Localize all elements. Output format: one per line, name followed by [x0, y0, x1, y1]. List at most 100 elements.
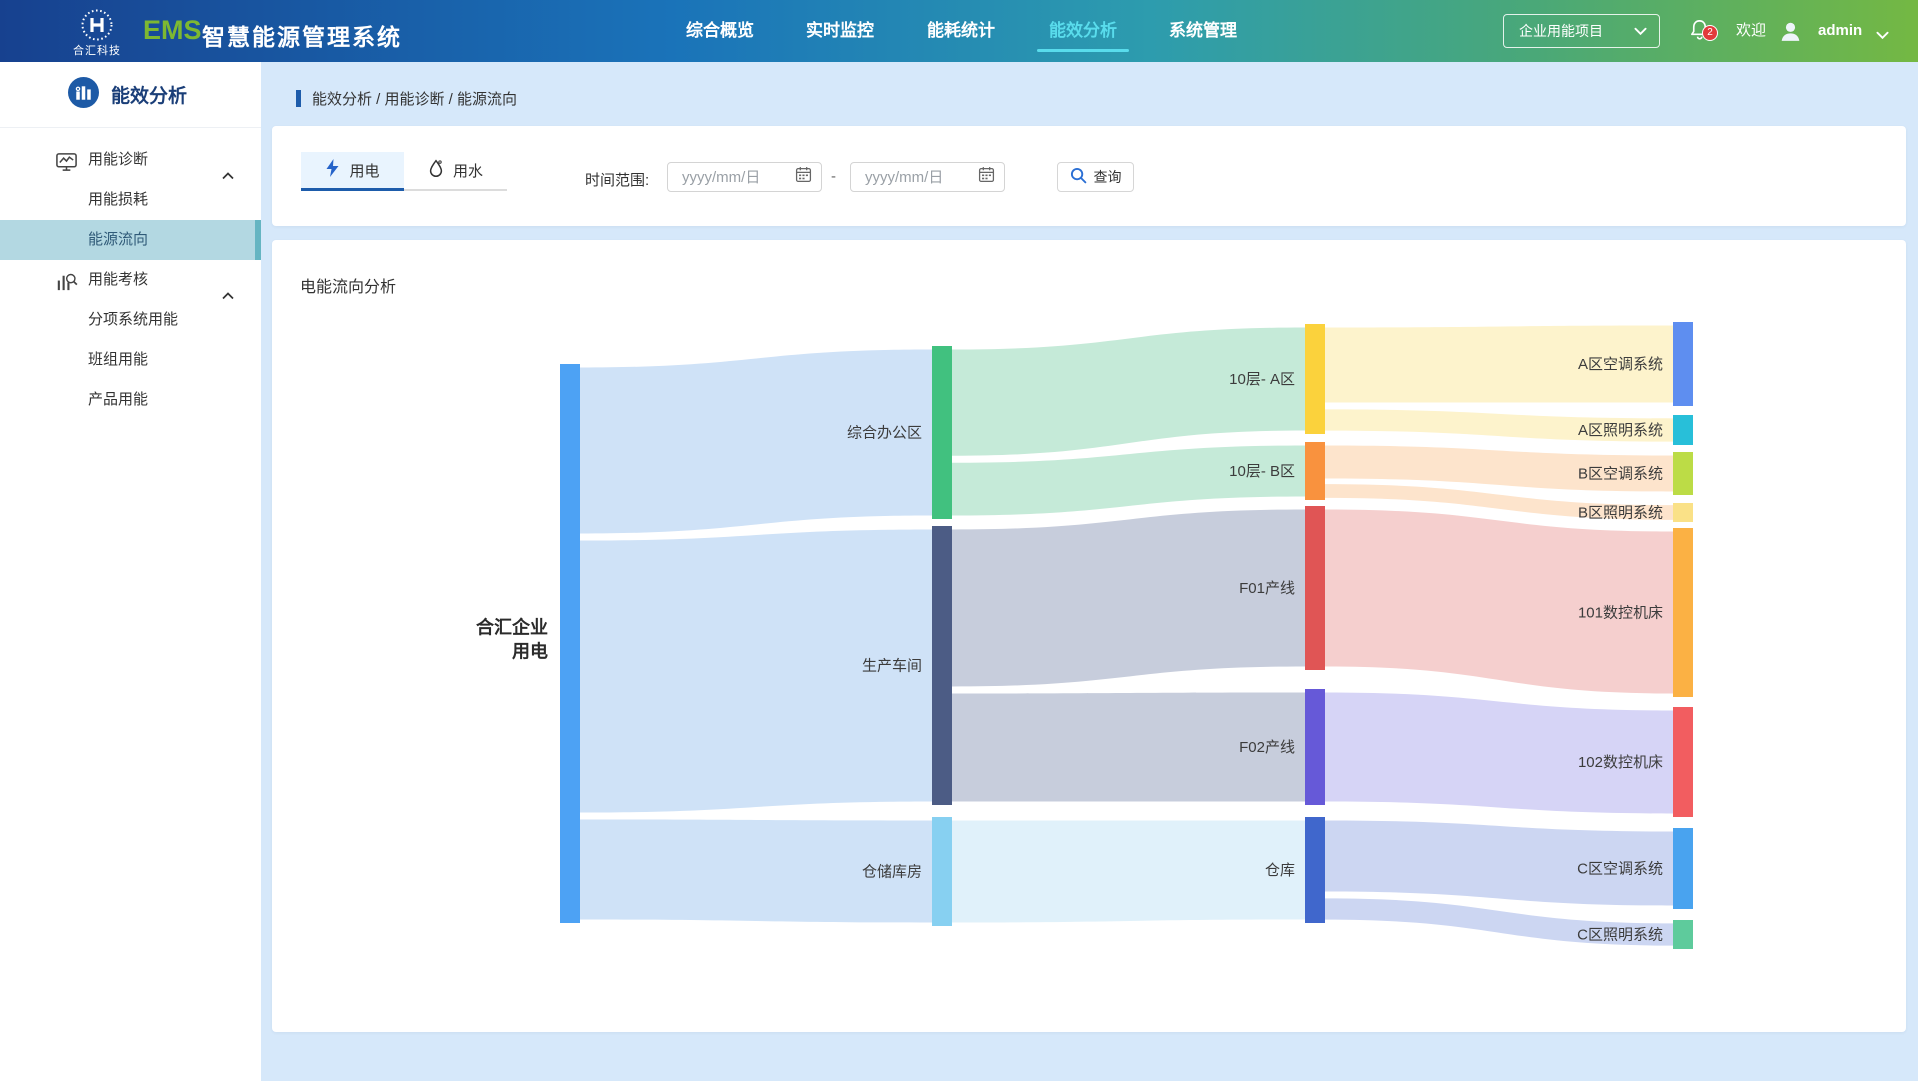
sidebar-item-label: 班组用能 — [88, 351, 149, 368]
sankey-node-10层- B区[interactable] — [1305, 442, 1325, 500]
sankey-node-label: 用电 — [512, 641, 548, 662]
sidebar-item-用能诊断[interactable]: 用能诊断 — [0, 140, 261, 180]
sankey-node-B区空调系统[interactable] — [1673, 452, 1693, 495]
sankey-node-B区照明系统[interactable] — [1673, 503, 1693, 522]
nav-item-5[interactable]: 系统管理 — [1169, 0, 1237, 62]
sankey-node-label: F02产线 — [1239, 739, 1295, 756]
energy-type-tabs: 用电 用水 — [301, 152, 507, 191]
sankey-node-label: A区照明系统 — [1578, 422, 1663, 439]
sankey-flow-仓储库房-仓库[interactable] — [952, 820, 1305, 923]
date-end-input[interactable] — [850, 162, 1005, 192]
brand-title: 智慧能源管理系统 — [202, 24, 402, 50]
sankey-node-综合办公区[interactable] — [932, 346, 952, 519]
sankey-node-label: C区照明系统 — [1577, 927, 1663, 944]
logo-caption: 合汇科技 — [73, 45, 121, 57]
sankey-node-仓库[interactable] — [1305, 817, 1325, 923]
sankey-node-仓储库房[interactable] — [932, 817, 952, 926]
sidebar-title-label: 能效分析 — [111, 86, 188, 107]
energy-flow-panel: 电能流向分析 合汇企业用电 综合办公区生产车间仓储库房 10层- A区 10层- B区… — [272, 240, 1906, 1032]
sankey-flow-F02产线-102数控机床[interactable] — [1325, 692, 1673, 814]
search-icon — [1070, 167, 1087, 187]
sankey-flow-综合办公区-10层- A区[interactable] — [952, 327, 1305, 456]
sidebar-menu: 用能诊断用能损耗能源流向用能考核分项系统用能 班组用能产品用能 — [0, 140, 261, 420]
nav-item-2[interactable]: 实时监控 — [806, 0, 874, 62]
user-menu-chevron-down-icon[interactable] — [1876, 27, 1889, 45]
sankey-node-label: A区空调系统 — [1578, 356, 1663, 373]
project-select-value: 企业用能项目 — [1519, 23, 1603, 39]
chart-title: 电能流向分析 — [300, 279, 397, 296]
date-start-input[interactable] — [667, 162, 822, 192]
sankey-node-label: C区空调系统 — [1577, 861, 1663, 878]
sankey-node-label: F01产线 — [1239, 580, 1295, 597]
tab-label: 用水 — [452, 163, 483, 180]
breadcrumb-text: 能效分析 / 用能诊断 / 能源流向 — [312, 91, 518, 108]
sankey-node-label: B区照明系统 — [1578, 505, 1663, 522]
sidebar-item-用能损耗[interactable]: 用能损耗 — [0, 180, 261, 220]
welcome-text: 欢迎 — [1736, 22, 1767, 39]
sankey-node-F02产线[interactable] — [1305, 689, 1325, 805]
lightning-icon — [325, 159, 340, 181]
calendar-icon[interactable] — [978, 166, 995, 188]
tab-label: 用电 — [349, 162, 380, 180]
notification-bell-icon[interactable]: 2 — [1688, 17, 1718, 47]
sankey-node-label: 102数控机床 — [1578, 754, 1663, 771]
app-header: 合汇科技 EMS 智慧能源管理系统 综合概览 实时监控 能耗统计 能效分析 系统管理 企… — [0, 0, 1918, 62]
sankey-node-label: 合汇企业 — [476, 617, 548, 638]
sankey-node-10层- A区[interactable] — [1305, 324, 1325, 434]
sidebar-item-label: 用能考核 — [88, 271, 149, 288]
sankey-node-生产车间[interactable] — [932, 526, 952, 805]
sankey-node-label: 10层- B区 — [1229, 463, 1295, 480]
sankey-node-label: B区空调系统 — [1578, 466, 1663, 483]
sankey-node-label: 生产车间 — [862, 658, 922, 675]
sidebar-item-label: 产品用能 — [88, 391, 149, 408]
sidebar-item-能源流向[interactable]: 能源流向 — [0, 220, 261, 260]
date-range-separator: - — [831, 168, 836, 185]
brand-abbr: EMS — [143, 15, 202, 45]
query-button-label: 查询 — [1093, 169, 1122, 185]
sidebar-item-用能考核[interactable]: 用能考核 — [0, 260, 261, 300]
sankey-node-label: 10层- A区 — [1229, 371, 1295, 388]
sankey-flow-合汇企业用电-综合办公区[interactable] — [580, 349, 932, 534]
sidebar-item-分项系统用能[interactable]: 分项系统用能 — [0, 300, 261, 340]
sankey-node-C区照明系统[interactable] — [1673, 920, 1693, 949]
sankey-node-label: 仓库 — [1265, 862, 1295, 879]
sankey-chart: 合汇企业用电 综合办公区生产车间仓储库房 10层- A区 10层- B区 F01产线 F0… — [476, 322, 1693, 949]
calendar-icon[interactable] — [795, 166, 812, 188]
date-end-field[interactable] — [855, 168, 978, 186]
sankey-node-label: 仓储库房 — [862, 864, 922, 881]
sankey-node-label: 综合办公区 — [847, 425, 922, 442]
sankey-flow-生产车间-F01产线[interactable] — [952, 509, 1305, 687]
project-select[interactable]: 企业用能项目 — [1503, 14, 1660, 48]
sidebar-item-label: 分项系统用能 — [88, 311, 179, 328]
date-range-label: 时间范围: — [585, 172, 650, 189]
sidebar-item-班组用能[interactable]: 班组用能 — [0, 340, 261, 380]
sankey-node-F01产线[interactable] — [1305, 506, 1325, 670]
query-button[interactable]: 查询 — [1057, 162, 1134, 192]
water-drop-icon — [428, 159, 444, 182]
sankey-node-A区空调系统[interactable] — [1673, 322, 1693, 406]
sankey-node-102数控机床[interactable] — [1673, 707, 1693, 817]
sankey-node-合汇企业用电[interactable] — [560, 364, 580, 923]
sankey-node-A区照明系统[interactable] — [1673, 415, 1693, 445]
notification-badge: 2 — [1702, 25, 1718, 41]
sankey-node-101数控机床[interactable] — [1673, 528, 1693, 697]
sidebar-title: 能效分析 — [0, 62, 261, 128]
nav-item-3[interactable]: 能耗统计 — [927, 0, 995, 62]
sankey-flow-F01产线-101数控机床[interactable] — [1325, 509, 1673, 694]
sidebar-item-label: 用能损耗 — [88, 191, 149, 208]
filter-panel: 用电 用水 时间范围: - — [272, 126, 1906, 226]
date-start-field[interactable] — [672, 168, 795, 186]
nav-item-4[interactable]: 能效分析 — [1049, 0, 1117, 62]
tab-用电[interactable]: 用电 — [301, 152, 404, 191]
nav-item-1[interactable]: 综合概览 — [686, 0, 754, 62]
sankey-node-label: 101数控机床 — [1578, 605, 1663, 622]
username[interactable]: admin — [1818, 0, 1862, 62]
sankey-node-C区空调系统[interactable] — [1673, 828, 1693, 909]
sidebar-item-产品用能[interactable]: 产品用能 — [0, 380, 261, 420]
avatar[interactable] — [1778, 19, 1803, 49]
tab-用水[interactable]: 用水 — [404, 152, 507, 191]
sidebar-item-label: 用能诊断 — [88, 151, 149, 168]
sankey-flow-综合办公区-10层- B区[interactable] — [952, 445, 1305, 516]
sidebar-item-label: 能源流向 — [88, 231, 149, 248]
breadcrumb: 能效分析 / 用能诊断 / 能源流向 — [296, 88, 517, 109]
